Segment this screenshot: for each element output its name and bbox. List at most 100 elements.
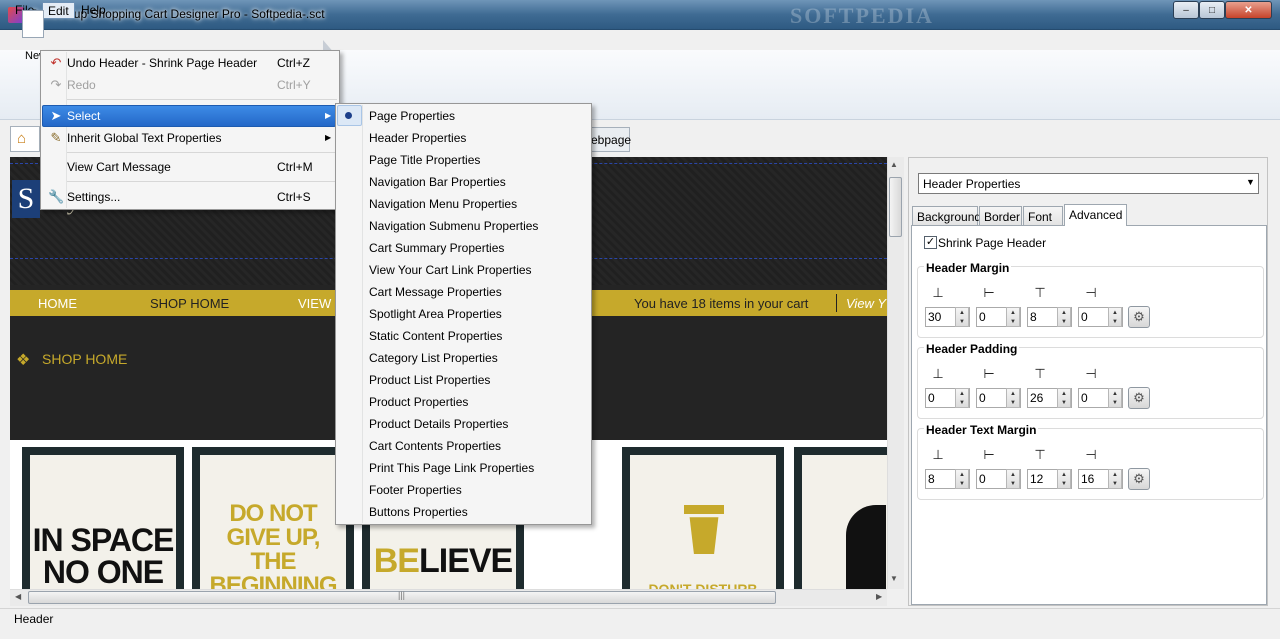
submenu-item[interactable]: Header Properties (369, 131, 466, 145)
shortcut-undo: Ctrl+Z (277, 56, 310, 70)
submenu-item[interactable]: Print This Page Link Properties (369, 461, 534, 475)
top-spacing-icon: ⊥ (932, 366, 944, 381)
submenu-item[interactable]: Buttons Properties (369, 505, 468, 519)
box-icon: ❖ (16, 352, 31, 369)
tab-border[interactable]: Border (979, 206, 1022, 226)
cursor-icon: ➤ (50, 108, 62, 123)
coffee-cup-icon (684, 505, 724, 514)
submenu-arrow-icon: ▶ (325, 111, 332, 120)
menu-item-select-label[interactable]: Select (67, 109, 100, 123)
submenu-item[interactable]: Static Content Properties (369, 329, 502, 343)
scroll-right-icon[interactable]: ▶ (876, 592, 882, 601)
menu-item-undo[interactable]: Undo Header - Shrink Page Header (67, 56, 257, 70)
submenu-item[interactable]: Navigation Submenu Properties (369, 219, 538, 233)
submenu-item[interactable]: Cart Contents Properties (369, 439, 501, 453)
submenu-arrow-icon: ▶ (325, 133, 332, 142)
left-spacing-icon: ⊢ (983, 366, 995, 381)
menu-separator (67, 152, 337, 153)
chevron-down-icon[interactable]: ▼ (1246, 177, 1255, 187)
submenu-item[interactable]: Page Title Properties (369, 153, 480, 167)
submenu-item[interactable]: Category List Properties (369, 351, 498, 365)
submenu-item[interactable]: Navigation Menu Properties (369, 197, 517, 211)
spinner-icon[interactable]: ▲ ▼ (955, 388, 969, 408)
spinner-icon[interactable]: ▲ ▼ (1006, 388, 1020, 408)
menu-item-settings[interactable]: Settings... (67, 190, 120, 204)
spinner-icon[interactable]: ▲ ▼ (1006, 469, 1020, 489)
scroll-left-icon[interactable]: ◀ (15, 592, 21, 601)
spacing-value: 30 (928, 310, 942, 324)
submenu-item[interactable]: Cart Summary Properties (369, 241, 504, 255)
tab-advanced[interactable]: Advanced (1064, 204, 1127, 226)
product-poster-text: IN SPACE NO ONE (32, 522, 175, 590)
left-spacing-icon: ⊢ (983, 447, 995, 462)
poster-line: DO NOT (229, 500, 317, 527)
gear-icon[interactable]: ⚙ (1128, 306, 1150, 328)
spacing-value: 0 (1081, 391, 1088, 405)
group-title: Header Text Margin (924, 423, 1039, 437)
view-cart-link[interactable]: View Y (846, 296, 886, 311)
left-spacing-icon: ⊢ (983, 285, 995, 300)
scroll-down-icon[interactable]: ▼ (890, 574, 898, 583)
top-spacing-icon: ⊥ (932, 285, 944, 300)
bottom-spacing-icon: ⊤ (1034, 447, 1046, 462)
tab-webpage[interactable]: ebpage (590, 127, 631, 152)
home-icon[interactable]: ⌂ (17, 130, 26, 147)
submenu-item[interactable]: Cart Message Properties (369, 285, 502, 299)
menu-gutter (362, 105, 363, 523)
new-document-icon[interactable] (22, 10, 44, 38)
tab-font[interactable]: Font (1023, 206, 1063, 226)
right-spacing-icon: ⊣ (1085, 447, 1097, 462)
redo-icon: ↷ (50, 77, 62, 92)
status-bar (0, 608, 1280, 639)
watermark: SOFTPEDIA (790, 3, 934, 28)
nav-view[interactable]: VIEW (298, 296, 331, 311)
submenu-item[interactable]: Page Properties (369, 109, 455, 123)
scroll-up-icon[interactable]: ▲ (890, 160, 898, 169)
minimize-button[interactable]: – (1173, 1, 1199, 19)
shrink-header-checkbox[interactable]: ✓ (924, 236, 937, 249)
spinner-icon[interactable]: ▲ ▼ (1006, 307, 1020, 327)
close-button[interactable]: ✕ (1225, 1, 1272, 19)
submenu-item[interactable]: Product List Properties (369, 373, 490, 387)
properties-selector[interactable]: Header Properties (918, 173, 1259, 194)
nav-home[interactable]: HOME (38, 296, 77, 311)
spinner-icon[interactable]: ▲ ▼ (955, 307, 969, 327)
tab-background[interactable]: Background (912, 206, 981, 226)
spacing-value: 0 (979, 310, 986, 324)
spinner-icon[interactable]: ▲ ▼ (1108, 307, 1122, 327)
spinner-icon[interactable]: ▲ ▼ (955, 469, 969, 489)
spinner-icon[interactable]: ▲ ▼ (1108, 388, 1122, 408)
shortcut-settings: Ctrl+S (277, 190, 311, 204)
gear-icon[interactable]: ⚙ (1128, 468, 1150, 490)
inherit-text-icon: ✎ (50, 130, 62, 145)
maximize-button[interactable]: □ (1199, 1, 1225, 19)
menu-edit[interactable]: Edit (42, 2, 75, 19)
product-poster-text: BELIEVE (370, 544, 516, 578)
spacing-value: 0 (1081, 310, 1088, 324)
poster-rest: LIEVE (418, 542, 513, 580)
submenu-item[interactable]: Navigation Bar Properties (369, 175, 506, 189)
bottom-spacing-icon: ⊤ (1034, 285, 1046, 300)
vertical-scroll-thumb[interactable] (889, 177, 902, 237)
menu-help[interactable]: Help (76, 2, 111, 19)
submenu-item[interactable]: Spotlight Area Properties (369, 307, 502, 321)
menu-item-inherit[interactable]: Inherit Global Text Properties (67, 131, 222, 145)
spinner-icon[interactable]: ▲ ▼ (1057, 307, 1071, 327)
spacing-value: 12 (1030, 472, 1044, 486)
gear-icon[interactable]: ⚙ (1128, 387, 1150, 409)
spinner-icon[interactable]: ▲ ▼ (1108, 469, 1122, 489)
shortcut-view-cart: Ctrl+M (277, 160, 313, 174)
menu-item-view-cart[interactable]: View Cart Message (67, 160, 171, 174)
submenu-item[interactable]: Footer Properties (369, 483, 462, 497)
spinner-icon[interactable]: ▲ ▼ (1057, 469, 1071, 489)
submenu-item[interactable]: View Your Cart Link Properties (369, 263, 532, 277)
nav-shop-home[interactable]: SHOP HOME (150, 296, 229, 311)
submenu-item[interactable]: Product Details Properties (369, 417, 508, 431)
spinner-icon[interactable]: ▲ ▼ (1057, 388, 1071, 408)
radio-dot-icon (345, 112, 352, 119)
menu-item-redo[interactable]: Redo (67, 78, 96, 92)
submenu-item[interactable]: Product Properties (369, 395, 468, 409)
edit-menu (40, 50, 340, 210)
right-spacing-icon: ⊣ (1085, 366, 1097, 381)
spacing-value: 16 (1081, 472, 1095, 486)
